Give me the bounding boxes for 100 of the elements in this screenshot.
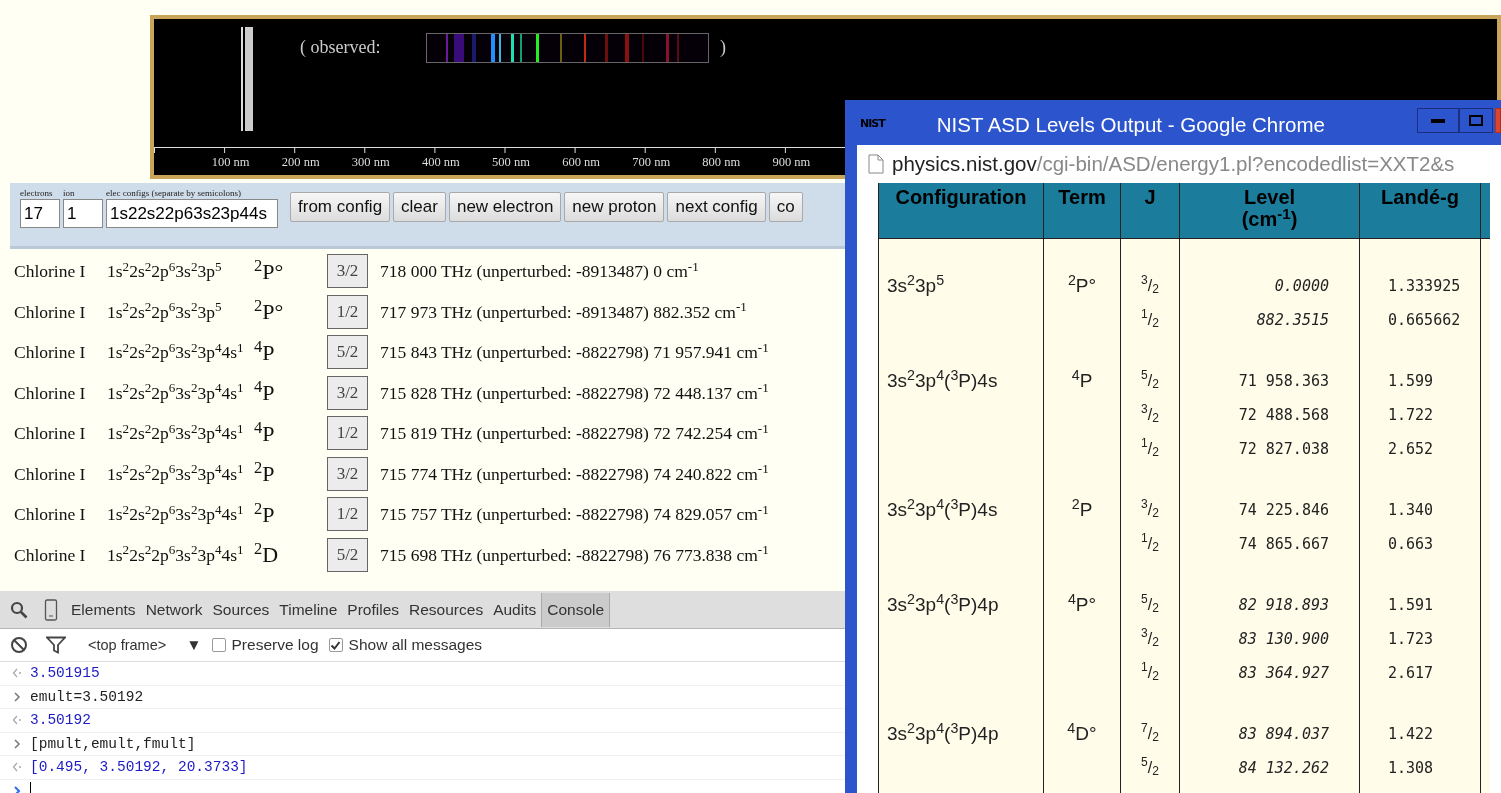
address-bar[interactable]: physics.nist.gov/cgi-bin/ASD/energy1.pl?encodedlist=XXT2&s	[857, 145, 1501, 183]
term-symbol: $^{2}$P	[254, 497, 276, 529]
axis-label: 600 nm	[562, 155, 601, 169]
j-value: $^{5}$/$_{2}$	[1140, 591, 1160, 617]
level-value: 83 894.037	[1237, 724, 1330, 745]
minimize-button[interactable]	[1417, 108, 1459, 133]
site-logo: NIST	[860, 117, 885, 130]
electron-configuration: 1s$^{2}$2s$^{2}$2p$^{6}$3s$^{2}$3p$^{4}$4s$^{1}$	[107, 460, 245, 486]
mobile-device-icon[interactable]	[44, 598, 58, 621]
term-symbol: $^{2}$D	[254, 538, 280, 570]
j-value-button[interactable]: 3/2	[327, 375, 368, 410]
column-header	[1480, 183, 1490, 239]
output-arrow-icon	[12, 714, 22, 727]
frame-selector[interactable]: <top frame>	[88, 637, 167, 653]
page-icon	[868, 154, 884, 174]
j-value: $^{1}$/$_{2}$	[1140, 306, 1160, 332]
action-button[interactable]: clear	[393, 192, 446, 222]
column-header: Landé-g	[1359, 183, 1480, 239]
console-text: emult=3.50192	[30, 688, 144, 705]
axis-label: 200 nm	[281, 155, 320, 169]
lande-g-value: 1.723	[1387, 629, 1435, 650]
action-button[interactable]: from config	[290, 192, 391, 222]
column-header: Term	[1043, 183, 1120, 239]
electron-configuration: 1s$^{2}$2s$^{2}$2p$^{6}$3s$^{2}$3p$^{4}$4s$^{1}$	[107, 501, 245, 527]
field-label: electrons	[20, 188, 54, 199]
j-value: $^{1}$/$_{2}$	[1140, 659, 1160, 685]
level-value: 74 225.846	[1237, 500, 1330, 521]
checkbox[interactable]	[211, 638, 226, 652]
axis-label: 700 nm	[632, 155, 671, 169]
configuration-cell: 3s$^{2}$3p$^{5}$	[878, 239, 1043, 350]
clear-console-icon[interactable]	[10, 636, 28, 654]
checkbox-label: Preserve log	[231, 636, 319, 654]
axis-label: 400 nm	[421, 155, 460, 169]
input-field[interactable]: 1s22s22p63s23p44s	[106, 199, 278, 228]
lande-g-value: 1.340	[1387, 500, 1435, 521]
element-name: Chlorine I	[14, 260, 87, 284]
electron-configuration: 1s$^{2}$2s$^{2}$2p$^{6}$3s$^{2}$3p$^{4}$4s$^{1}$	[107, 379, 245, 405]
maximize-button[interactable]	[1459, 108, 1493, 133]
input-field[interactable]: 1	[63, 199, 103, 228]
element-name: Chlorine I	[14, 503, 87, 527]
devtools-tab[interactable]: Network	[140, 592, 208, 627]
level-value: 84 132.262	[1237, 758, 1330, 779]
lande-g-value: 1.333925	[1387, 276, 1462, 297]
action-button[interactable]: new proton	[564, 192, 665, 222]
lande-g-value: 1.599	[1387, 371, 1435, 392]
j-value-button[interactable]: 3/2	[327, 254, 368, 289]
level-description: 715 819 THz (unperturbed: -8822798) 72 742.254 cm$^{-1}$	[380, 420, 769, 446]
checkbox[interactable]	[328, 638, 343, 652]
j-value: $^{3}$/$_{2}$	[1140, 496, 1160, 522]
input-field[interactable]: 17	[20, 199, 60, 228]
j-value-button[interactable]: 5/2	[327, 537, 368, 572]
level-description: 715 828 THz (unperturbed: -8822798) 72 448.137 cm$^{-1}$	[380, 379, 769, 405]
j-value-button[interactable]: 1/2	[327, 497, 368, 532]
devtools-tab[interactable]: Sources	[207, 592, 275, 627]
element-name: Chlorine I	[14, 300, 87, 324]
lande-g-value: 2.617	[1387, 663, 1435, 684]
level-description: 715 757 THz (unperturbed: -8822798) 74 829.057 cm$^{-1}$	[380, 501, 769, 527]
column-header: J	[1120, 183, 1179, 239]
lande-g-value: 2.652	[1387, 439, 1435, 460]
element-name: Chlorine I	[14, 462, 87, 486]
term-cell: $^{2}$P°	[1043, 239, 1120, 350]
action-button[interactable]: new electron	[448, 192, 562, 222]
j-value: $^{1}$/$_{2}$	[1140, 435, 1160, 461]
dropdown-arrow[interactable]: ▼	[186, 636, 202, 654]
devtools-tab[interactable]: Timeline	[274, 592, 343, 627]
console-text: 3.50192	[30, 712, 91, 729]
address-text: physics.nist.gov/cgi-bin/ASD/energy1.pl?encodedlist=XXT2&s	[892, 152, 1455, 176]
element-name: Chlorine I	[14, 422, 87, 446]
axis-label: 800 nm	[702, 155, 741, 169]
minimize-icon	[1431, 118, 1445, 123]
output-arrow-icon	[12, 667, 22, 680]
devtools-tab[interactable]: Audits	[488, 592, 542, 627]
lande-g-value: 1.591	[1387, 595, 1435, 616]
electron-configuration: 1s$^{2}$2s$^{2}$2p$^{6}$3s$^{2}$3p$^{4}$4s$^{1}$	[107, 420, 245, 446]
devtools-tab[interactable]: Console	[541, 592, 611, 627]
devtools-tab[interactable]: Profiles	[342, 592, 405, 627]
search-icon[interactable]	[10, 600, 28, 619]
term-symbol: $^{4}$P	[254, 376, 276, 408]
action-button[interactable]: co	[768, 192, 803, 222]
console-text: [0.495, 3.50192, 20.3733]	[30, 759, 248, 776]
electron-configuration: 1s$^{2}$2s$^{2}$2p$^{6}$3s$^{2}$3p$^{5}$	[107, 298, 223, 324]
devtools-tab[interactable]: Elements	[66, 592, 141, 627]
j-value-button[interactable]: 1/2	[327, 294, 368, 329]
configuration-cell: 3s$^{2}$3p$^{4}$($^{3}$P)4s	[878, 479, 1043, 574]
lande-g-value: 0.663	[1387, 534, 1435, 555]
element-name: Chlorine I	[14, 381, 87, 405]
level-value: 72 488.568	[1237, 405, 1330, 426]
lande-g-value: 1.308	[1387, 758, 1435, 779]
j-value-button[interactable]: 5/2	[327, 335, 368, 370]
level-value: 0.0000	[1273, 276, 1330, 297]
filter-icon[interactable]	[46, 636, 66, 654]
j-value-button[interactable]: 3/2	[327, 456, 368, 491]
action-button[interactable]: next config	[667, 192, 766, 222]
configuration-cell: 3s$^{2}$3p$^{4}$($^{3}$P)4p	[878, 574, 1043, 703]
observed-label: ( observed:	[300, 37, 381, 57]
level-description: 718 000 THz (unperturbed: -8913487) 0 cm$^{-1}$	[380, 258, 699, 284]
j-value-button[interactable]: 1/2	[327, 416, 368, 451]
configuration-cell: 3s$^{2}$3p$^{4}$($^{3}$P)4p	[878, 703, 1043, 793]
devtools-tab[interactable]: Resources	[404, 592, 489, 627]
term-cell: $^{4}$P°	[1043, 574, 1120, 703]
